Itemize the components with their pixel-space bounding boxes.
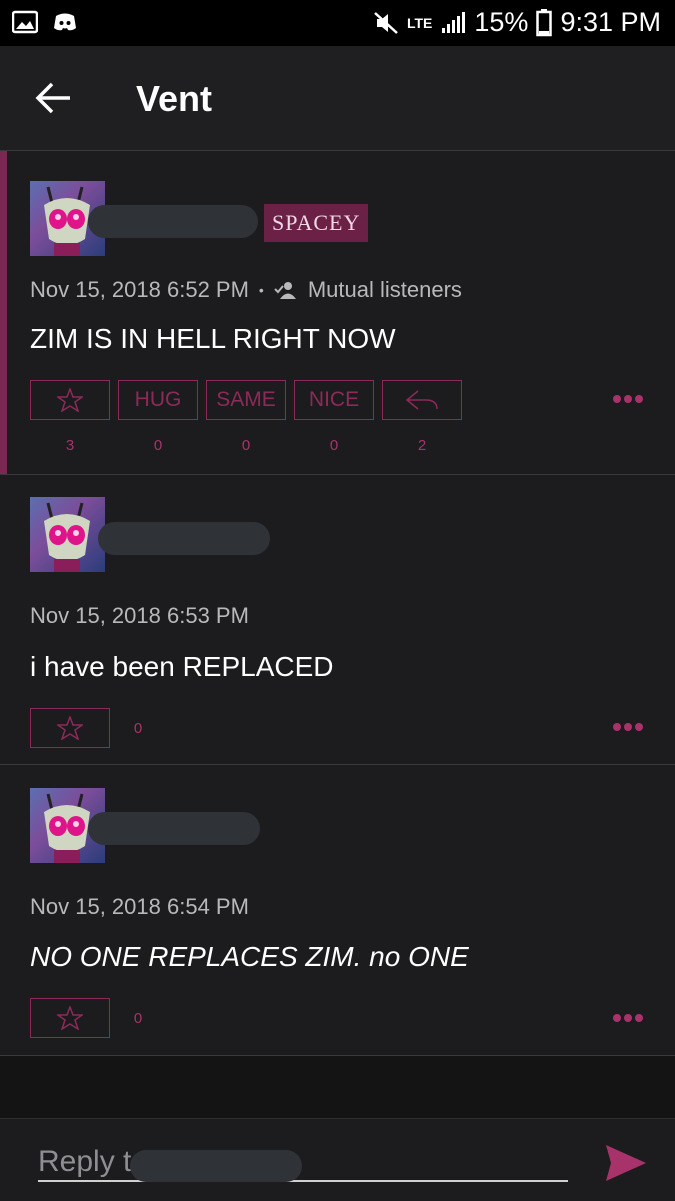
more-options-icon[interactable] (613, 723, 645, 733)
signal-icon (442, 11, 466, 33)
page-title: Vent (136, 78, 213, 119)
post-meta: Nov 15, 2018 6:52 PM • Mutual listeners (30, 277, 462, 303)
discord-icon (54, 13, 76, 31)
reply-count: 2 (417, 437, 427, 454)
star-count: 0 (133, 720, 143, 737)
nice-button[interactable]: NICE (294, 380, 374, 420)
post-text: NO ONE REPLACES ZIM. no ONE (30, 941, 469, 972)
star-icon (57, 1006, 83, 1030)
post-timestamp: Nov 15, 2018 6:52 PM (30, 277, 249, 302)
hug-count: 0 (153, 437, 163, 454)
avatar-image (44, 502, 90, 572)
battery-icon (536, 8, 553, 36)
network-type: LTE (406, 14, 433, 31)
reply-icon (405, 390, 438, 410)
status-bar: LTE 15% 9:31 PM (0, 0, 675, 46)
username-redacted (88, 205, 258, 238)
more-options-icon[interactable] (613, 1014, 645, 1024)
gallery-icon (12, 10, 38, 34)
mute-icon (374, 11, 398, 34)
post-text: ZIM IS IN HELL RIGHT NOW (30, 323, 396, 354)
star-count: 3 (65, 437, 75, 454)
clock: 9:31 PM (560, 7, 661, 37)
post-timestamp: Nov 15, 2018 6:53 PM (30, 603, 249, 628)
post-text: i have been REPLACED (30, 651, 334, 682)
original-post: SPACEY Nov 15, 2018 6:52 PM • Mutual lis… (0, 151, 675, 475)
user-badge: SPACEY (264, 204, 369, 242)
mutual-listeners-icon (274, 282, 296, 299)
thread-end-spacer (0, 1056, 675, 1118)
same-button[interactable]: SAME (206, 380, 286, 420)
more-options-icon[interactable] (613, 395, 645, 405)
post-timestamp: Nov 15, 2018 6:54 PM (30, 894, 249, 919)
nice-count: 0 (329, 437, 339, 454)
reply-input[interactable]: Reply t (38, 1144, 568, 1182)
star-button[interactable] (30, 380, 110, 420)
same-count: 0 (241, 437, 251, 454)
reply-placeholder: Reply t (38, 1145, 132, 1178)
star-icon (57, 716, 83, 740)
battery-percent: 15% (474, 7, 529, 37)
star-icon (57, 388, 83, 412)
avatar[interactable] (30, 497, 105, 572)
star-count: 0 (133, 1010, 143, 1027)
reply-button[interactable] (382, 380, 462, 420)
back-arrow-icon[interactable] (34, 80, 74, 116)
hug-button[interactable]: HUG (118, 380, 198, 420)
meta-separator: • (258, 282, 264, 298)
app-bar: Vent (0, 46, 675, 151)
reply-bar: Reply t (0, 1118, 675, 1201)
reply-recipient-redacted (130, 1150, 302, 1182)
send-icon[interactable] (604, 1143, 648, 1183)
reply-post: Nov 15, 2018 6:53 PM i have been REPLACE… (0, 475, 675, 765)
username-redacted (98, 522, 270, 555)
username-redacted (88, 812, 260, 845)
audience-label: Mutual listeners (307, 277, 462, 302)
reply-post: Nov 15, 2018 6:54 PM NO ONE REPLACES ZIM… (0, 765, 675, 1056)
